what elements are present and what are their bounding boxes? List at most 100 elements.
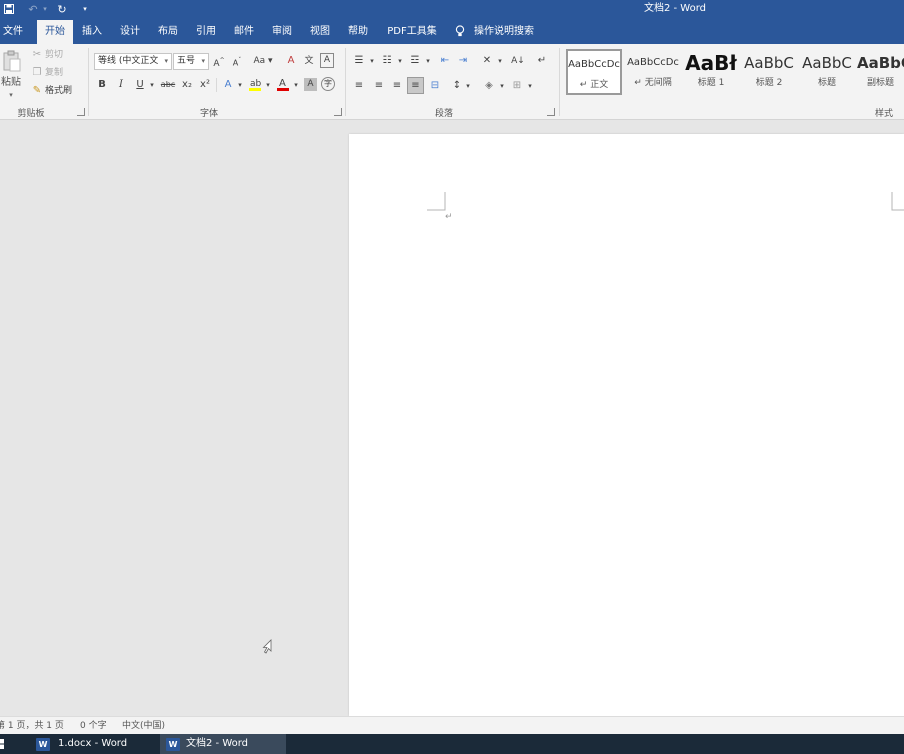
font-size-combo[interactable]: 五号 ▾ xyxy=(173,53,209,70)
style-heading-1[interactable]: AaBł 标题 1 xyxy=(683,49,739,95)
chevron-down-icon: ▾ xyxy=(201,57,205,65)
italic-button[interactable]: I xyxy=(115,78,127,92)
style-subtitle[interactable]: AaBbC 副标题 xyxy=(857,49,904,95)
numbering-icon[interactable]: ☷ xyxy=(380,54,394,68)
chinese-layout-icon[interactable]: ✕ xyxy=(480,54,494,68)
subscript-button[interactable]: x₂ xyxy=(180,78,194,92)
group-divider xyxy=(88,48,89,116)
justify-icon[interactable]: ≡ xyxy=(407,77,424,94)
word-count[interactable]: 0 个字 xyxy=(80,717,107,735)
character-shading-icon[interactable]: A xyxy=(304,78,317,91)
scissors-icon[interactable]: ✂ xyxy=(31,48,43,62)
group-divider xyxy=(216,78,217,92)
taskbar: W 1.docx - Word W 文档2 - Word xyxy=(0,734,904,754)
bullets-dropdown-icon[interactable]: ▾ xyxy=(368,54,376,68)
lightbulb-icon[interactable] xyxy=(455,25,465,37)
format-painter-icon[interactable]: ✎ xyxy=(31,84,43,98)
group-divider xyxy=(559,48,560,116)
distributed-icon[interactable]: ⊟ xyxy=(428,79,442,93)
style-normal[interactable]: AaBbCcDc ↵ 正文 xyxy=(566,49,622,95)
style-heading-2[interactable]: AaBbC 标题 2 xyxy=(741,49,797,95)
style-title[interactable]: AaBbC 标题 xyxy=(799,49,855,95)
paste-icon[interactable] xyxy=(2,50,22,72)
bold-button[interactable]: B xyxy=(96,78,108,92)
line-spacing-icon[interactable]: ↕ xyxy=(450,79,464,93)
tell-me-search[interactable]: 操作说明搜索 xyxy=(474,20,534,44)
multilevel-list-icon[interactable]: ☲ xyxy=(408,54,422,68)
superscript-button[interactable]: x² xyxy=(198,78,212,92)
highlight-dropdown-icon[interactable]: ▾ xyxy=(264,78,272,92)
copy-icon[interactable]: ❐ xyxy=(31,66,43,80)
windows-start-icon[interactable] xyxy=(0,739,4,749)
paste-dropdown-icon[interactable]: ▾ xyxy=(6,88,16,102)
underline-dropdown-icon[interactable]: ▾ xyxy=(148,78,156,92)
borders-dropdown-icon[interactable]: ▾ xyxy=(526,79,534,93)
customize-quick-access-icon[interactable]: ▾ xyxy=(76,0,94,18)
grow-font-icon[interactable]: A^ xyxy=(213,54,225,71)
align-left-icon[interactable]: ≡ xyxy=(352,79,366,93)
chevron-down-icon: ▾ xyxy=(164,57,168,65)
page-count[interactable]: 第 1 页，共 1 页 xyxy=(0,717,64,735)
bullets-icon[interactable]: ☰ xyxy=(352,54,366,68)
shading-dropdown-icon[interactable]: ▾ xyxy=(498,79,506,93)
taskbar-item-doc1[interactable]: W 1.docx - Word xyxy=(32,734,156,754)
document-page[interactable]: ↵ xyxy=(349,134,904,716)
sort-icon[interactable]: A↓ xyxy=(510,54,526,68)
undo-dropdown-icon[interactable]: ▾ xyxy=(36,0,54,18)
clipboard-launcher-icon[interactable] xyxy=(77,108,85,116)
shrink-font-icon[interactable]: Aˇ xyxy=(231,54,243,71)
font-color-dropdown-icon[interactable]: ▾ xyxy=(292,78,300,92)
word-app-icon: W xyxy=(36,738,50,751)
document-workspace[interactable]: ↵ xyxy=(0,120,904,716)
text-effects-icon[interactable]: A xyxy=(222,78,234,92)
redo-icon[interactable]: ↻ xyxy=(53,0,71,18)
clear-formatting-icon[interactable]: A xyxy=(284,54,298,68)
word-app-icon: W xyxy=(166,738,180,751)
save-icon[interactable] xyxy=(0,0,18,18)
language-status[interactable]: 中文(中国) xyxy=(122,717,165,735)
strikethrough-button[interactable]: abc xyxy=(160,78,176,92)
tab-insert[interactable]: 插入 xyxy=(78,20,106,44)
font-color-icon[interactable]: A xyxy=(276,76,290,92)
shading-icon[interactable]: ◈ xyxy=(482,79,496,93)
font-name-combo[interactable]: 等线 (中文正文 ▾ xyxy=(94,53,172,70)
increase-indent-icon[interactable]: ⇥ xyxy=(456,54,470,68)
paragraph-launcher-icon[interactable] xyxy=(547,108,555,116)
underline-button[interactable]: U xyxy=(134,78,146,92)
align-right-icon[interactable]: ≡ xyxy=(390,79,404,93)
style-no-spacing[interactable]: AaBbCcDc ↵ 无间隔 xyxy=(625,49,681,95)
paragraph-group-label: 段落 xyxy=(434,109,453,119)
text-effects-dropdown-icon[interactable]: ▾ xyxy=(236,78,244,92)
window-title: 文档2 - Word xyxy=(643,3,707,14)
format-painter-button[interactable]: 格式刷 xyxy=(45,84,72,98)
tab-review[interactable]: 审阅 xyxy=(268,20,296,44)
chinese-layout-dropdown-icon[interactable]: ▾ xyxy=(496,54,504,68)
tab-home[interactable]: 开始 xyxy=(37,20,73,44)
font-launcher-icon[interactable] xyxy=(334,108,342,116)
status-bar: 第 1 页，共 1 页 0 个字 中文(中国) xyxy=(0,716,904,734)
tab-layout[interactable]: 布局 xyxy=(154,20,182,44)
margin-marks xyxy=(427,192,904,211)
line-spacing-dropdown-icon[interactable]: ▾ xyxy=(464,79,472,93)
tab-pdf-tools[interactable]: PDF工具集 xyxy=(384,20,440,44)
tab-references[interactable]: 引用 xyxy=(192,20,220,44)
multilevel-dropdown-icon[interactable]: ▾ xyxy=(424,54,432,68)
align-center-icon[interactable]: ≡ xyxy=(372,79,386,93)
tab-mailings[interactable]: 邮件 xyxy=(230,20,258,44)
cut-button[interactable]: 剪切 xyxy=(45,48,63,62)
enclose-characters-icon[interactable]: 字 xyxy=(321,77,335,91)
phonetic-guide-icon[interactable]: 文 xyxy=(302,54,316,68)
decrease-indent-icon[interactable]: ⇤ xyxy=(438,54,452,68)
tab-design[interactable]: 设计 xyxy=(116,20,144,44)
show-formatting-marks-icon[interactable]: ↵ xyxy=(536,54,548,68)
taskbar-item-doc2[interactable]: W 文档2 - Word xyxy=(160,734,286,754)
tab-file[interactable]: 文件 xyxy=(0,20,26,44)
tab-view[interactable]: 视图 xyxy=(306,20,334,44)
change-case-icon[interactable]: Aa ▾ xyxy=(253,54,273,68)
character-border-icon[interactable]: A xyxy=(320,53,334,68)
copy-button[interactable]: 复制 xyxy=(45,66,63,80)
tab-help[interactable]: 帮助 xyxy=(344,20,372,44)
numbering-dropdown-icon[interactable]: ▾ xyxy=(396,54,404,68)
highlight-icon[interactable]: ab xyxy=(248,76,262,92)
borders-icon[interactable]: ⊞ xyxy=(510,79,524,93)
